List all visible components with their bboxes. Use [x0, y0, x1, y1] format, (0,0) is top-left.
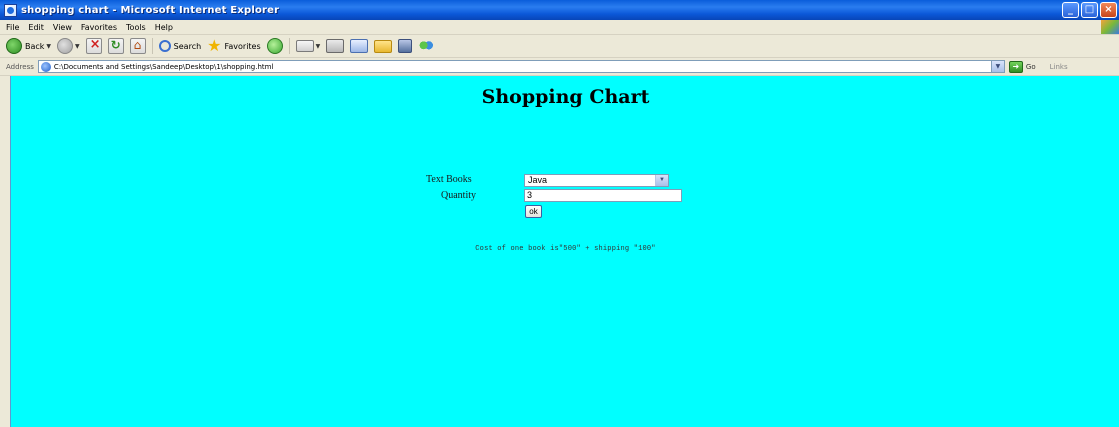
- messenger-button[interactable]: [418, 39, 435, 53]
- address-label: Address: [6, 62, 34, 71]
- search-icon: [158, 40, 171, 52]
- browser-window: shopping chart - Microsoft Internet Expl…: [0, 0, 1119, 427]
- address-input[interactable]: C:\Documents and Settings\Sandeep\Deskto…: [37, 60, 1005, 73]
- search-label: Search: [173, 41, 202, 51]
- textbooks-label: Text Books: [426, 174, 472, 185]
- textbooks-select[interactable]: Java ▼: [524, 174, 669, 187]
- chevron-down-icon[interactable]: ▼: [316, 43, 321, 50]
- close-button[interactable]: ×: [1100, 2, 1117, 18]
- stop-icon: [85, 37, 102, 54]
- result-text: Cost of one book is"500" + shipping "100…: [475, 245, 656, 253]
- links-button[interactable]: Links: [1050, 63, 1068, 71]
- mail-button[interactable]: ▼: [295, 40, 321, 52]
- menu-favorites[interactable]: Favorites: [81, 23, 117, 32]
- page-title: Shopping Chart: [481, 86, 650, 108]
- window-title: shopping chart - Microsoft Internet Expl…: [21, 4, 280, 16]
- print-button[interactable]: [326, 39, 345, 53]
- forward-button[interactable]: ▼: [57, 38, 80, 54]
- go-button[interactable]: ➜ Go: [1008, 60, 1036, 73]
- back-arrow-icon: [6, 38, 22, 54]
- menu-view[interactable]: View: [53, 23, 72, 32]
- quantity-label: Quantity: [441, 190, 476, 201]
- menu-help[interactable]: Help: [155, 23, 173, 32]
- back-label: Back: [25, 41, 45, 51]
- history-button[interactable]: [266, 38, 283, 54]
- windows-logo-icon: [1101, 20, 1119, 34]
- search-button[interactable]: Search: [158, 40, 202, 52]
- minimize-button[interactable]: _: [1062, 2, 1079, 18]
- messenger-icon: [418, 39, 435, 53]
- page-icon: [40, 61, 51, 72]
- favorites-button[interactable]: ★ Favorites: [207, 36, 261, 55]
- toolbar-separator: [151, 38, 153, 54]
- history-icon: [266, 38, 283, 54]
- toolbar: Back ▼ ▼ Search ★ Favorites: [0, 35, 1119, 58]
- chevron-down-icon[interactable]: ▼: [46, 43, 51, 50]
- back-button[interactable]: Back ▼: [6, 38, 51, 54]
- edit-icon: [350, 39, 369, 53]
- toolbar-separator: [288, 38, 290, 54]
- favorites-label: Favorites: [224, 41, 261, 51]
- chevron-down-icon[interactable]: ▼: [75, 43, 80, 50]
- address-bar: Address C:\Documents and Settings\Sandee…: [0, 58, 1119, 76]
- stop-button[interactable]: [85, 37, 102, 54]
- folder-button[interactable]: [374, 39, 393, 53]
- go-arrow-icon: ➜: [1008, 60, 1023, 73]
- home-button[interactable]: [129, 38, 146, 54]
- home-icon: [129, 38, 146, 54]
- star-icon: ★: [207, 36, 222, 55]
- quantity-input[interactable]: 3: [524, 189, 682, 202]
- ie-icon: [4, 3, 17, 17]
- textbooks-selected-value: Java: [528, 175, 548, 185]
- printer-icon: [326, 39, 345, 53]
- refresh-button[interactable]: [107, 38, 124, 54]
- menu-tools[interactable]: Tools: [126, 23, 146, 32]
- folder-icon: [374, 39, 393, 53]
- chevron-down-icon[interactable]: ▼: [990, 61, 1004, 72]
- refresh-icon: [107, 38, 124, 54]
- window-controls: _ □ ×: [1062, 2, 1117, 18]
- edit-button[interactable]: [350, 39, 369, 53]
- menu-edit[interactable]: Edit: [28, 23, 44, 32]
- mail-icon: [295, 40, 314, 52]
- title-bar: shopping chart - Microsoft Internet Expl…: [0, 0, 1119, 20]
- chevron-down-icon[interactable]: ▼: [655, 175, 668, 186]
- address-url: C:\Documents and Settings\Sandeep\Deskto…: [53, 62, 274, 71]
- page-content: Shopping Chart Text Books Java ▼ Quantit…: [10, 76, 1119, 427]
- menu-bar: File Edit View Favorites Tools Help: [0, 20, 1119, 35]
- ok-button[interactable]: ok: [525, 205, 542, 218]
- forward-arrow-icon: [57, 38, 74, 54]
- go-label: Go: [1025, 62, 1036, 71]
- menu-file[interactable]: File: [6, 23, 19, 32]
- research-icon: [398, 39, 413, 53]
- research-button[interactable]: [398, 39, 413, 53]
- maximize-button[interactable]: □: [1081, 2, 1098, 18]
